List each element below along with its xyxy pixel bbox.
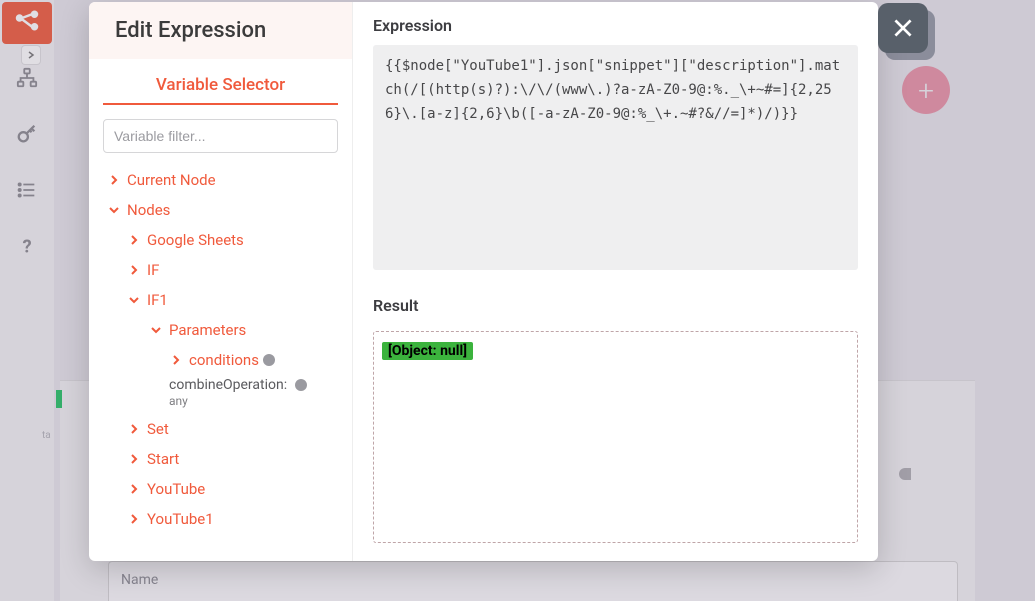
expression-label: Expression	[373, 16, 858, 35]
result-output: [Object: null]	[373, 331, 858, 543]
tree-google-sheets[interactable]: Google Sheets	[99, 225, 342, 255]
chevron-down-icon	[149, 323, 163, 337]
tree-label: Nodes	[127, 201, 170, 219]
tree-youtube[interactable]: YouTube	[99, 474, 342, 504]
combine-operation-val: any	[99, 394, 342, 408]
tree-if[interactable]: IF	[99, 255, 342, 285]
modal-title: Edit Expression	[115, 18, 328, 43]
tree-set[interactable]: Set	[99, 414, 342, 444]
tree-label: Current Node	[127, 171, 216, 189]
tree-label: Set	[147, 420, 169, 438]
chevron-right-icon	[107, 173, 121, 187]
close-icon	[890, 15, 916, 41]
tree-label: YouTube	[147, 480, 205, 498]
chevron-right-icon	[127, 512, 141, 526]
tree-label: Parameters	[169, 321, 246, 339]
chevron-right-icon	[127, 482, 141, 496]
indicator-dot-icon	[295, 379, 307, 391]
tree-conditions[interactable]: conditions	[99, 345, 342, 375]
chevron-right-icon	[169, 353, 183, 367]
tree-combine-operation[interactable]: combineOperation:	[99, 375, 342, 393]
chevron-right-icon	[127, 233, 141, 247]
chevron-right-icon	[127, 263, 141, 277]
variable-filter-input[interactable]	[103, 119, 338, 153]
modal-close-button[interactable]	[878, 3, 928, 53]
tree-label: conditions	[189, 351, 259, 369]
edit-expression-modal: Edit Expression Variable Selector Curren…	[89, 2, 878, 561]
tree-if1[interactable]: IF1	[99, 285, 342, 315]
modal-left-panel: Edit Expression Variable Selector Curren…	[89, 2, 353, 561]
tree-label: Start	[147, 450, 179, 468]
tab-variable-selector[interactable]: Variable Selector	[103, 59, 338, 105]
tree-label: IF1	[147, 291, 168, 309]
tree-start[interactable]: Start	[99, 444, 342, 474]
indicator-dot-icon	[263, 354, 275, 366]
result-label: Result	[373, 296, 858, 315]
tree-youtube1[interactable]: YouTube1	[99, 504, 342, 534]
chevron-down-icon	[127, 293, 141, 307]
modal-right-panel: Expression {{$node["YouTube1"].json["sni…	[353, 2, 878, 561]
tree-current-node[interactable]: Current Node	[99, 165, 342, 195]
tree-label: IF	[147, 261, 159, 279]
tree-label: YouTube1	[147, 510, 214, 528]
tree-nodes[interactable]: Nodes	[99, 195, 342, 225]
expression-editor[interactable]: {{$node["YouTube1"].json["snippet"]["des…	[373, 45, 858, 270]
chevron-right-icon	[127, 452, 141, 466]
combine-operation-key: combineOperation:	[169, 377, 287, 393]
tree-parameters[interactable]: Parameters	[99, 315, 342, 345]
chevron-down-icon	[107, 203, 121, 217]
result-badge: [Object: null]	[382, 342, 473, 360]
variable-tree: Current Node Nodes Google Sheets IF IF1	[89, 161, 352, 561]
chevron-right-icon	[127, 422, 141, 436]
modal-header: Edit Expression	[89, 2, 352, 59]
tree-label: Google Sheets	[147, 231, 244, 249]
